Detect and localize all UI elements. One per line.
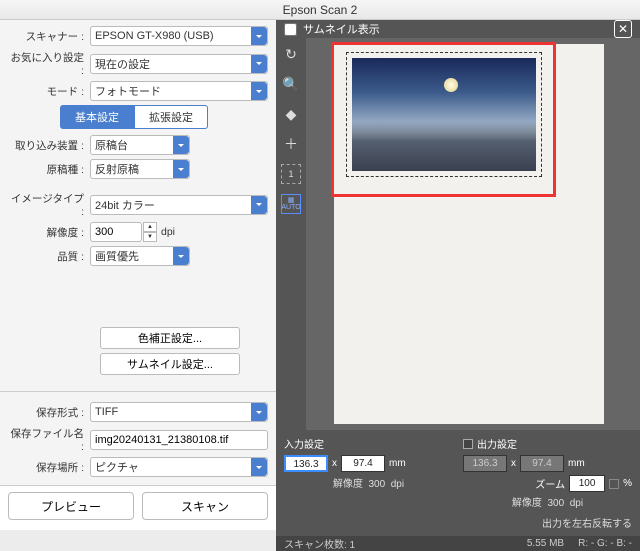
scan-count: スキャン枚数: 1 [284, 536, 355, 551]
chevron-down-icon [251, 82, 267, 100]
tab-advanced[interactable]: 拡張設定 [134, 105, 208, 129]
output-width: 136.3 [463, 455, 507, 472]
favorite-select[interactable]: 現在の設定 [90, 54, 268, 74]
preview-area[interactable] [306, 38, 640, 430]
chevron-down-icon [251, 403, 267, 421]
filename-label: 保存ファイル名 : [8, 426, 90, 453]
chevron-down-icon [251, 27, 267, 45]
scan-button[interactable]: スキャン [142, 492, 268, 520]
quality-label: 品質 : [8, 249, 90, 264]
chevron-down-icon [251, 458, 267, 476]
output-settings-checkbox[interactable] [463, 439, 473, 449]
scanner-select[interactable]: EPSON GT-X980 (USB) [90, 26, 268, 46]
format-select[interactable]: TIFF [90, 402, 268, 422]
format-label: 保存形式 : [8, 405, 90, 420]
imgtype-label: イメージタイプ : [8, 191, 90, 218]
divider [0, 391, 276, 392]
chevron-down-icon [173, 136, 189, 154]
preview-image [352, 58, 536, 171]
savefolder-label: 保存場所 : [8, 460, 90, 475]
preview-panel: サムネイル表示 ✕ ↻ 🔍 ◆ ＋ 1 ▦AUTO [276, 20, 640, 530]
resolution-stepper[interactable]: ▲▼ [143, 222, 157, 242]
filename-input[interactable] [90, 430, 268, 450]
scanner-label: スキャナー : [8, 29, 90, 44]
frame-icon[interactable]: 1 [281, 164, 301, 184]
chevron-down-icon [251, 196, 267, 214]
mode-label: モード : [8, 84, 90, 99]
output-settings-label: 出力設定 [477, 436, 517, 451]
preview-footer: 入力設定 136.3 x 97.4 mm 解像度 300 dpi 出力設定 13… [276, 430, 640, 536]
input-height[interactable]: 97.4 [341, 455, 385, 472]
rgb-readout: R: - G: - B: - [578, 538, 632, 549]
zoom-input[interactable]: 100 [569, 475, 605, 492]
app-title: Epson Scan 2 [283, 3, 358, 17]
thumbnail-view-label: サムネイル表示 [303, 21, 380, 37]
title-bar: Epson Scan 2 [0, 0, 640, 20]
zoom-icon[interactable]: 🔍 [281, 74, 301, 94]
close-button[interactable]: ✕ [614, 20, 632, 38]
rotate-icon[interactable]: ↻ [281, 44, 301, 64]
color-correction-button[interactable]: 色補正設定... [100, 327, 240, 349]
favorite-label: お気に入り設定 : [8, 50, 90, 77]
main-content: スキャナー : EPSON GT-X980 (USB) お気に入り設定 : 現在… [0, 20, 640, 530]
resolution-input[interactable] [90, 222, 142, 242]
thumbnail-view-checkbox[interactable] [284, 23, 297, 36]
file-size: 5.55 MB [527, 538, 564, 549]
quality-select[interactable]: 画質優先 [90, 246, 190, 266]
preview-toolbar: ↻ 🔍 ◆ ＋ 1 ▦AUTO [276, 38, 306, 430]
preview-button[interactable]: プレビュー [8, 492, 134, 520]
auto-icon[interactable]: ▦AUTO [281, 194, 301, 214]
thumbnail-settings-button[interactable]: サムネイル設定... [100, 353, 240, 375]
source-select[interactable]: 原稿台 [90, 135, 190, 155]
imgtype-select[interactable]: 24bit カラー [90, 195, 268, 215]
flip-label: 出力を左右反転する [542, 515, 632, 530]
doctype-select[interactable]: 反射原稿 [90, 159, 190, 179]
add-icon[interactable]: ＋ [281, 134, 301, 154]
tab-basic[interactable]: 基本設定 [60, 105, 134, 129]
chevron-down-icon [173, 247, 189, 265]
status-bar: スキャン枚数: 1 5.55 MB R: - G: - B: - [276, 536, 640, 551]
eyedropper-icon[interactable]: ◆ [281, 104, 301, 124]
chevron-down-icon [251, 55, 267, 73]
chevron-down-icon [173, 160, 189, 178]
output-height: 97.4 [520, 455, 564, 472]
input-settings-label: 入力設定 [284, 436, 324, 451]
doctype-label: 原稿種 : [8, 162, 90, 177]
lock-icon[interactable] [609, 479, 619, 489]
scan-page [334, 44, 604, 424]
source-label: 取り込み装置 : [8, 138, 90, 153]
settings-panel: スキャナー : EPSON GT-X980 (USB) お気に入り設定 : 現在… [0, 20, 276, 530]
savefolder-select[interactable]: ピクチャ [90, 457, 268, 477]
resolution-label: 解像度 : [8, 225, 90, 240]
input-width[interactable]: 136.3 [284, 455, 328, 472]
mode-select[interactable]: フォトモード [90, 81, 268, 101]
dpi-unit: dpi [161, 226, 175, 238]
